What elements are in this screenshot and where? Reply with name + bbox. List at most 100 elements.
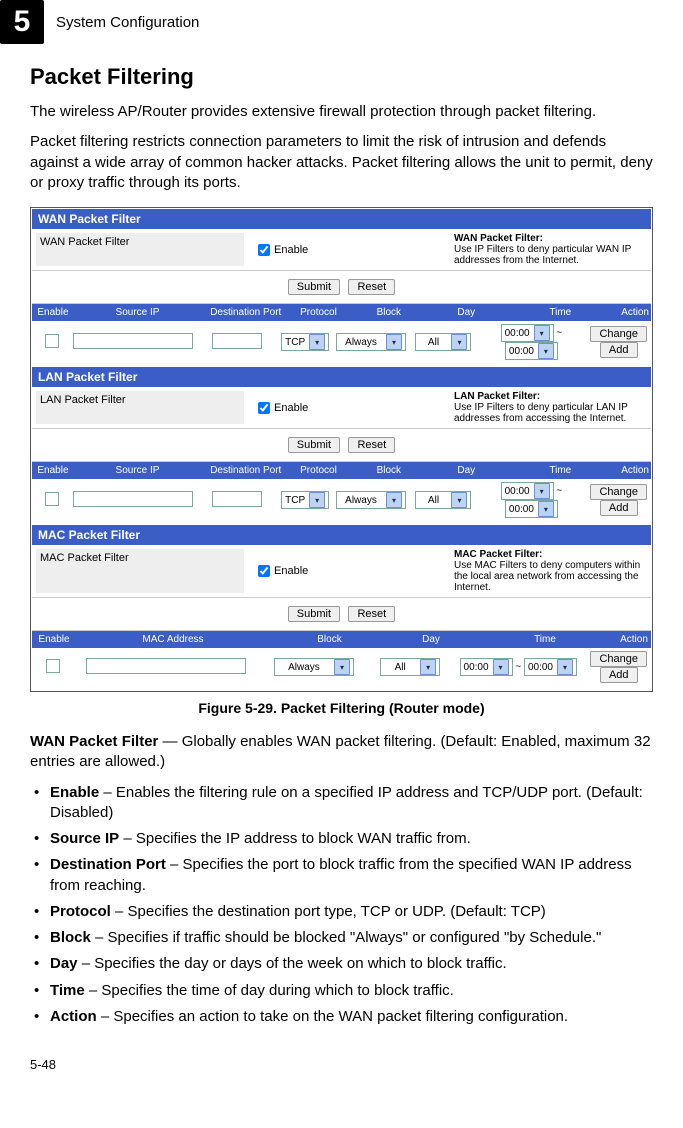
wan-label: WAN Packet Filter — [36, 233, 244, 266]
chapter-header: 5 System Configuration — [0, 0, 653, 44]
bullet-source-ip: Source IP – Specifies the IP address to … — [30, 829, 653, 849]
chevron-down-icon: ▾ — [557, 659, 573, 675]
wan-panel-body: WAN Packet Filter Enable WAN Packet Filt… — [32, 229, 651, 271]
th-day: Day — [389, 631, 473, 648]
lan-time-start-select[interactable]: 00:00▾ — [501, 482, 554, 500]
mac-row-enable-checkbox[interactable] — [46, 659, 60, 673]
th-source-ip: Source IP — [74, 304, 201, 321]
wan-row-enable-checkbox[interactable] — [45, 334, 59, 348]
chevron-down-icon: ▾ — [534, 325, 550, 341]
mac-add-button[interactable]: Add — [600, 667, 638, 683]
screenshot-panel: WAN Packet Filter WAN Packet Filter Enab… — [30, 207, 653, 692]
paragraph-2: Packet filtering restricts connection pa… — [30, 132, 653, 193]
mac-time-start-select[interactable]: 00:00▾ — [460, 658, 513, 676]
wan-panel-header: WAN Packet Filter — [32, 209, 651, 229]
lan-source-ip-input[interactable] — [73, 491, 193, 507]
th-mac-address: MAC Address — [76, 631, 270, 648]
bullet-destination-port: Destination Port – Specifies the port to… — [30, 855, 653, 896]
tilde-separator: ~ — [556, 486, 562, 497]
lan-day-select[interactable]: All▾ — [415, 491, 471, 509]
th-action: Action — [619, 462, 651, 479]
lan-add-button[interactable]: Add — [600, 500, 638, 516]
mac-day-select[interactable]: All▾ — [380, 658, 440, 676]
mac-submit-button[interactable]: Submit — [288, 606, 340, 622]
lan-reset-button[interactable]: Reset — [348, 437, 395, 453]
th-dest-port: Destination Port — [201, 462, 290, 479]
wan-filter-description: WAN Packet Filter — Globally enables WAN… — [30, 732, 653, 773]
wan-add-button[interactable]: Add — [600, 342, 638, 358]
chevron-down-icon: ▾ — [420, 659, 436, 675]
chevron-down-icon: ▾ — [534, 483, 550, 499]
mac-change-button[interactable]: Change — [590, 651, 647, 667]
lan-label: LAN Packet Filter — [36, 391, 244, 424]
wan-help-title: WAN Packet Filter: — [454, 233, 543, 244]
th-source-ip: Source IP — [74, 462, 201, 479]
lan-table-row: TCP▾ Always▾ All▾ 00:00▾ ~ 00:00▾ Change… — [32, 479, 651, 525]
wan-block-select[interactable]: Always▾ — [336, 333, 406, 351]
bullet-block: Block – Specifies if traffic should be b… — [30, 928, 653, 948]
mac-address-input[interactable] — [86, 658, 246, 674]
wan-reset-button[interactable]: Reset — [348, 279, 395, 295]
lan-table-head: Enable Source IP Destination Port Protoc… — [32, 462, 651, 479]
mac-help-title: MAC Packet Filter: — [454, 549, 542, 560]
wan-submit-button[interactable]: Submit — [288, 279, 340, 295]
chevron-down-icon: ▾ — [309, 334, 325, 350]
paragraph-1: The wireless AP/Router provides extensiv… — [30, 102, 653, 122]
wan-source-ip-input[interactable] — [73, 333, 193, 349]
figure-caption: Figure 5-29. Packet Filtering (Router mo… — [30, 700, 653, 716]
chapter-number: 5 — [0, 0, 44, 44]
lan-row-enable-checkbox[interactable] — [45, 492, 59, 506]
lan-change-button[interactable]: Change — [590, 484, 647, 500]
lan-protocol-select[interactable]: TCP▾ — [281, 491, 329, 509]
tilde-separator: ~ — [515, 662, 521, 673]
mac-panel-header: MAC Packet Filter — [32, 525, 651, 545]
chevron-down-icon: ▾ — [386, 492, 402, 508]
th-enable: Enable — [32, 631, 76, 648]
mac-enable-checkbox[interactable] — [258, 565, 270, 577]
chevron-down-icon: ▾ — [538, 343, 554, 359]
wan-change-button[interactable]: Change — [590, 326, 647, 342]
chevron-down-icon: ▾ — [309, 492, 325, 508]
wan-enable-label: Enable — [274, 244, 308, 256]
mac-block-select[interactable]: Always▾ — [274, 658, 354, 676]
th-enable: Enable — [32, 304, 74, 321]
th-dest-port: Destination Port — [201, 304, 290, 321]
th-protocol: Protocol — [290, 462, 346, 479]
wan-time-end-select[interactable]: 00:00▾ — [505, 342, 558, 360]
mac-enable-label: Enable — [274, 565, 308, 577]
th-time: Time — [501, 462, 619, 479]
wan-enable-container: Enable — [254, 233, 454, 266]
mac-table-head: Enable MAC Address Block Day Time Action — [32, 631, 651, 648]
wan-protocol-select[interactable]: TCP▾ — [281, 333, 329, 351]
bullet-day: Day – Specifies the day or days of the w… — [30, 954, 653, 974]
mac-time-end-select[interactable]: 00:00▾ — [524, 658, 577, 676]
wan-dest-port-input[interactable] — [212, 333, 262, 349]
wan-table-row: TCP▾ Always▾ All▾ 00:00▾ ~ 00:00▾ Change… — [32, 321, 651, 367]
wan-enable-checkbox[interactable] — [258, 244, 270, 256]
lan-enable-label: Enable — [274, 402, 308, 414]
tilde-separator: ~ — [556, 328, 562, 339]
th-block: Block — [347, 304, 432, 321]
lan-block-select[interactable]: Always▾ — [336, 491, 406, 509]
th-time: Time — [501, 304, 619, 321]
th-block: Block — [347, 462, 432, 479]
th-block: Block — [270, 631, 389, 648]
lan-panel-header: LAN Packet Filter — [32, 367, 651, 387]
lan-submit-button[interactable]: Submit — [288, 437, 340, 453]
chevron-down-icon: ▾ — [451, 492, 467, 508]
wan-time-start-select[interactable]: 00:00▾ — [501, 324, 554, 342]
wan-day-select[interactable]: All▾ — [415, 333, 471, 351]
mac-reset-button[interactable]: Reset — [348, 606, 395, 622]
th-day: Day — [431, 304, 501, 321]
lan-enable-checkbox[interactable] — [258, 402, 270, 414]
lan-help-title: LAN Packet Filter: — [454, 391, 540, 402]
mac-help-text: Use MAC Filters to deny computers within… — [454, 560, 640, 593]
th-action: Action — [617, 631, 651, 648]
lan-dest-port-input[interactable] — [212, 491, 262, 507]
chevron-down-icon: ▾ — [493, 659, 509, 675]
th-protocol: Protocol — [290, 304, 346, 321]
bullet-protocol: Protocol – Specifies the destination por… — [30, 902, 653, 922]
mac-label: MAC Packet Filter — [36, 549, 244, 593]
lan-time-end-select[interactable]: 00:00▾ — [505, 500, 558, 518]
bullet-time: Time – Specifies the time of day during … — [30, 981, 653, 1001]
